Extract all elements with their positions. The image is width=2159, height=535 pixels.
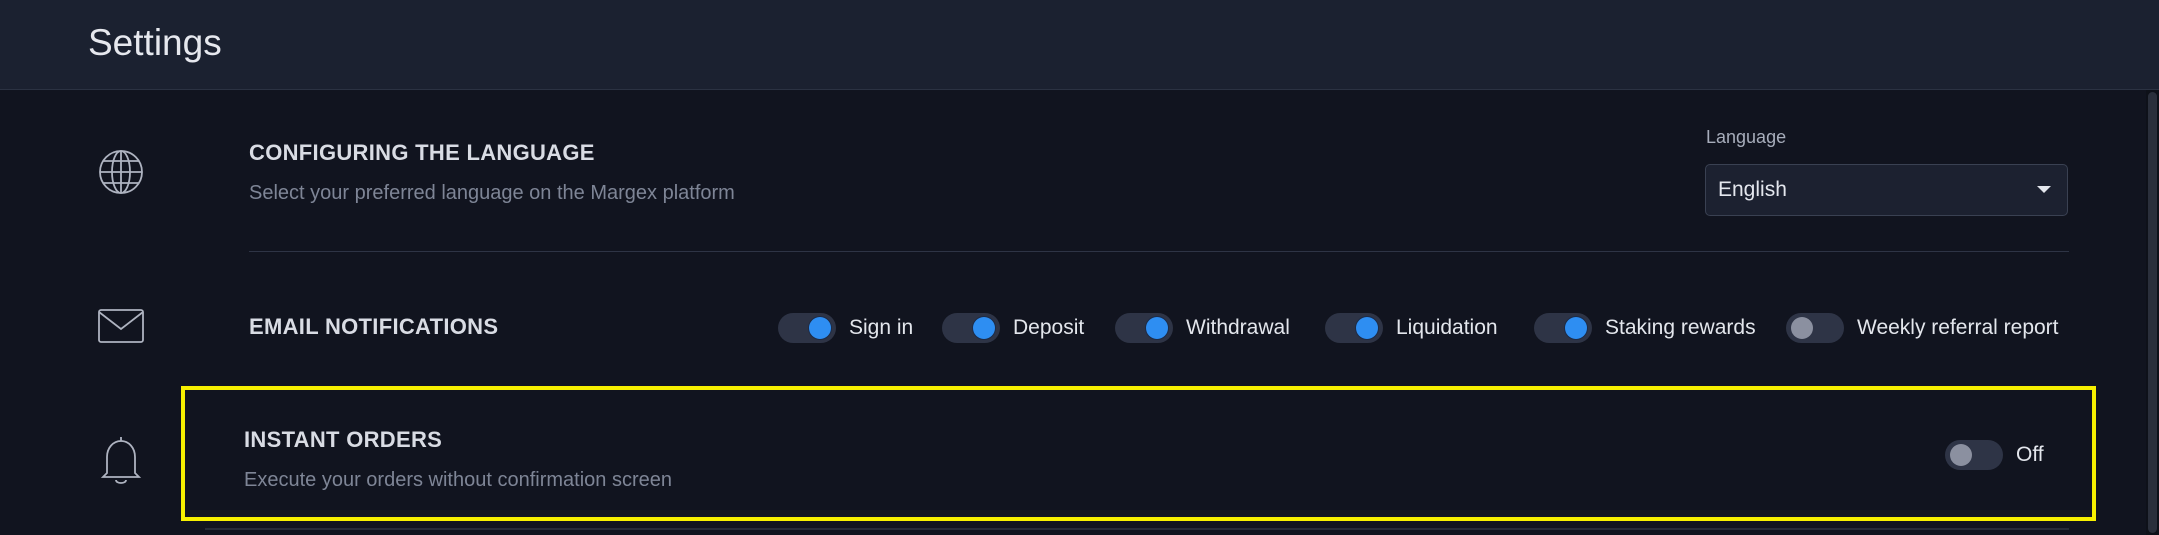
weekly-referral-report-switch[interactable] (1786, 313, 1844, 343)
section-divider (249, 251, 2069, 252)
liquidation-switch[interactable] (1325, 313, 1383, 343)
language-section-title: CONFIGURING THE LANGUAGE (249, 140, 595, 165)
withdrawal-switch[interactable] (1115, 313, 1173, 343)
instant-orders-highlight (181, 386, 2096, 521)
toggle-staking-rewards[interactable]: Staking rewards (1534, 312, 1756, 344)
switch-knob (809, 317, 831, 339)
page-title: Settings (88, 22, 222, 63)
instant-orders-title: INSTANT ORDERS (244, 427, 443, 452)
toggle-label: Liquidation (1396, 316, 1498, 339)
language-section-description: Select your preferred language on the Ma… (249, 182, 735, 204)
deposit-switch[interactable] (942, 313, 1000, 343)
globe-icon (96, 147, 146, 197)
settings-page: Settings CONFIGURING THE LANGUAGE Select… (0, 0, 2159, 535)
page-header: Settings (0, 0, 2159, 90)
toggle-sign-in[interactable]: Sign in (778, 312, 913, 344)
switch-knob (1356, 317, 1378, 339)
switch-knob (973, 317, 995, 339)
section-divider-bottom (205, 528, 2069, 530)
switch-knob (1791, 317, 1813, 339)
email-section-title: EMAIL NOTIFICATIONS (249, 314, 499, 339)
toggle-withdrawal[interactable]: Withdrawal (1115, 312, 1290, 344)
toggle-label: Withdrawal (1186, 316, 1290, 339)
language-select-label: Language (1706, 127, 1787, 147)
switch-knob (1565, 317, 1587, 339)
envelope-icon (96, 306, 146, 346)
chevron-down-icon (2037, 186, 2051, 193)
toggle-deposit[interactable]: Deposit (942, 312, 1084, 344)
language-select[interactable]: English (1705, 164, 2068, 216)
toggle-label: Sign in (849, 316, 914, 339)
instant-orders-description: Execute your orders without confirmation… (244, 469, 672, 491)
instant-orders-switch[interactable] (1945, 440, 2003, 470)
toggle-liquidation[interactable]: Liquidation (1325, 312, 1498, 344)
sign-in-switch[interactable] (778, 313, 836, 343)
toggle-label: Staking rewards (1605, 316, 1756, 339)
switch-knob (1146, 317, 1168, 339)
scrollbar-thumb[interactable] (2148, 92, 2157, 533)
switch-knob (1950, 444, 1972, 466)
language-select-value: English (1718, 178, 1787, 201)
toggle-label: Weekly referral report (1857, 316, 2059, 339)
staking-rewards-switch[interactable] (1534, 313, 1592, 343)
toggle-weekly-referral-report[interactable]: Weekly referral report (1786, 312, 2059, 344)
bell-icon (96, 433, 146, 487)
toggle-label: Deposit (1013, 316, 1085, 339)
instant-orders-toggle[interactable]: Off (1945, 440, 2044, 470)
instant-orders-toggle-label: Off (2016, 443, 2044, 466)
